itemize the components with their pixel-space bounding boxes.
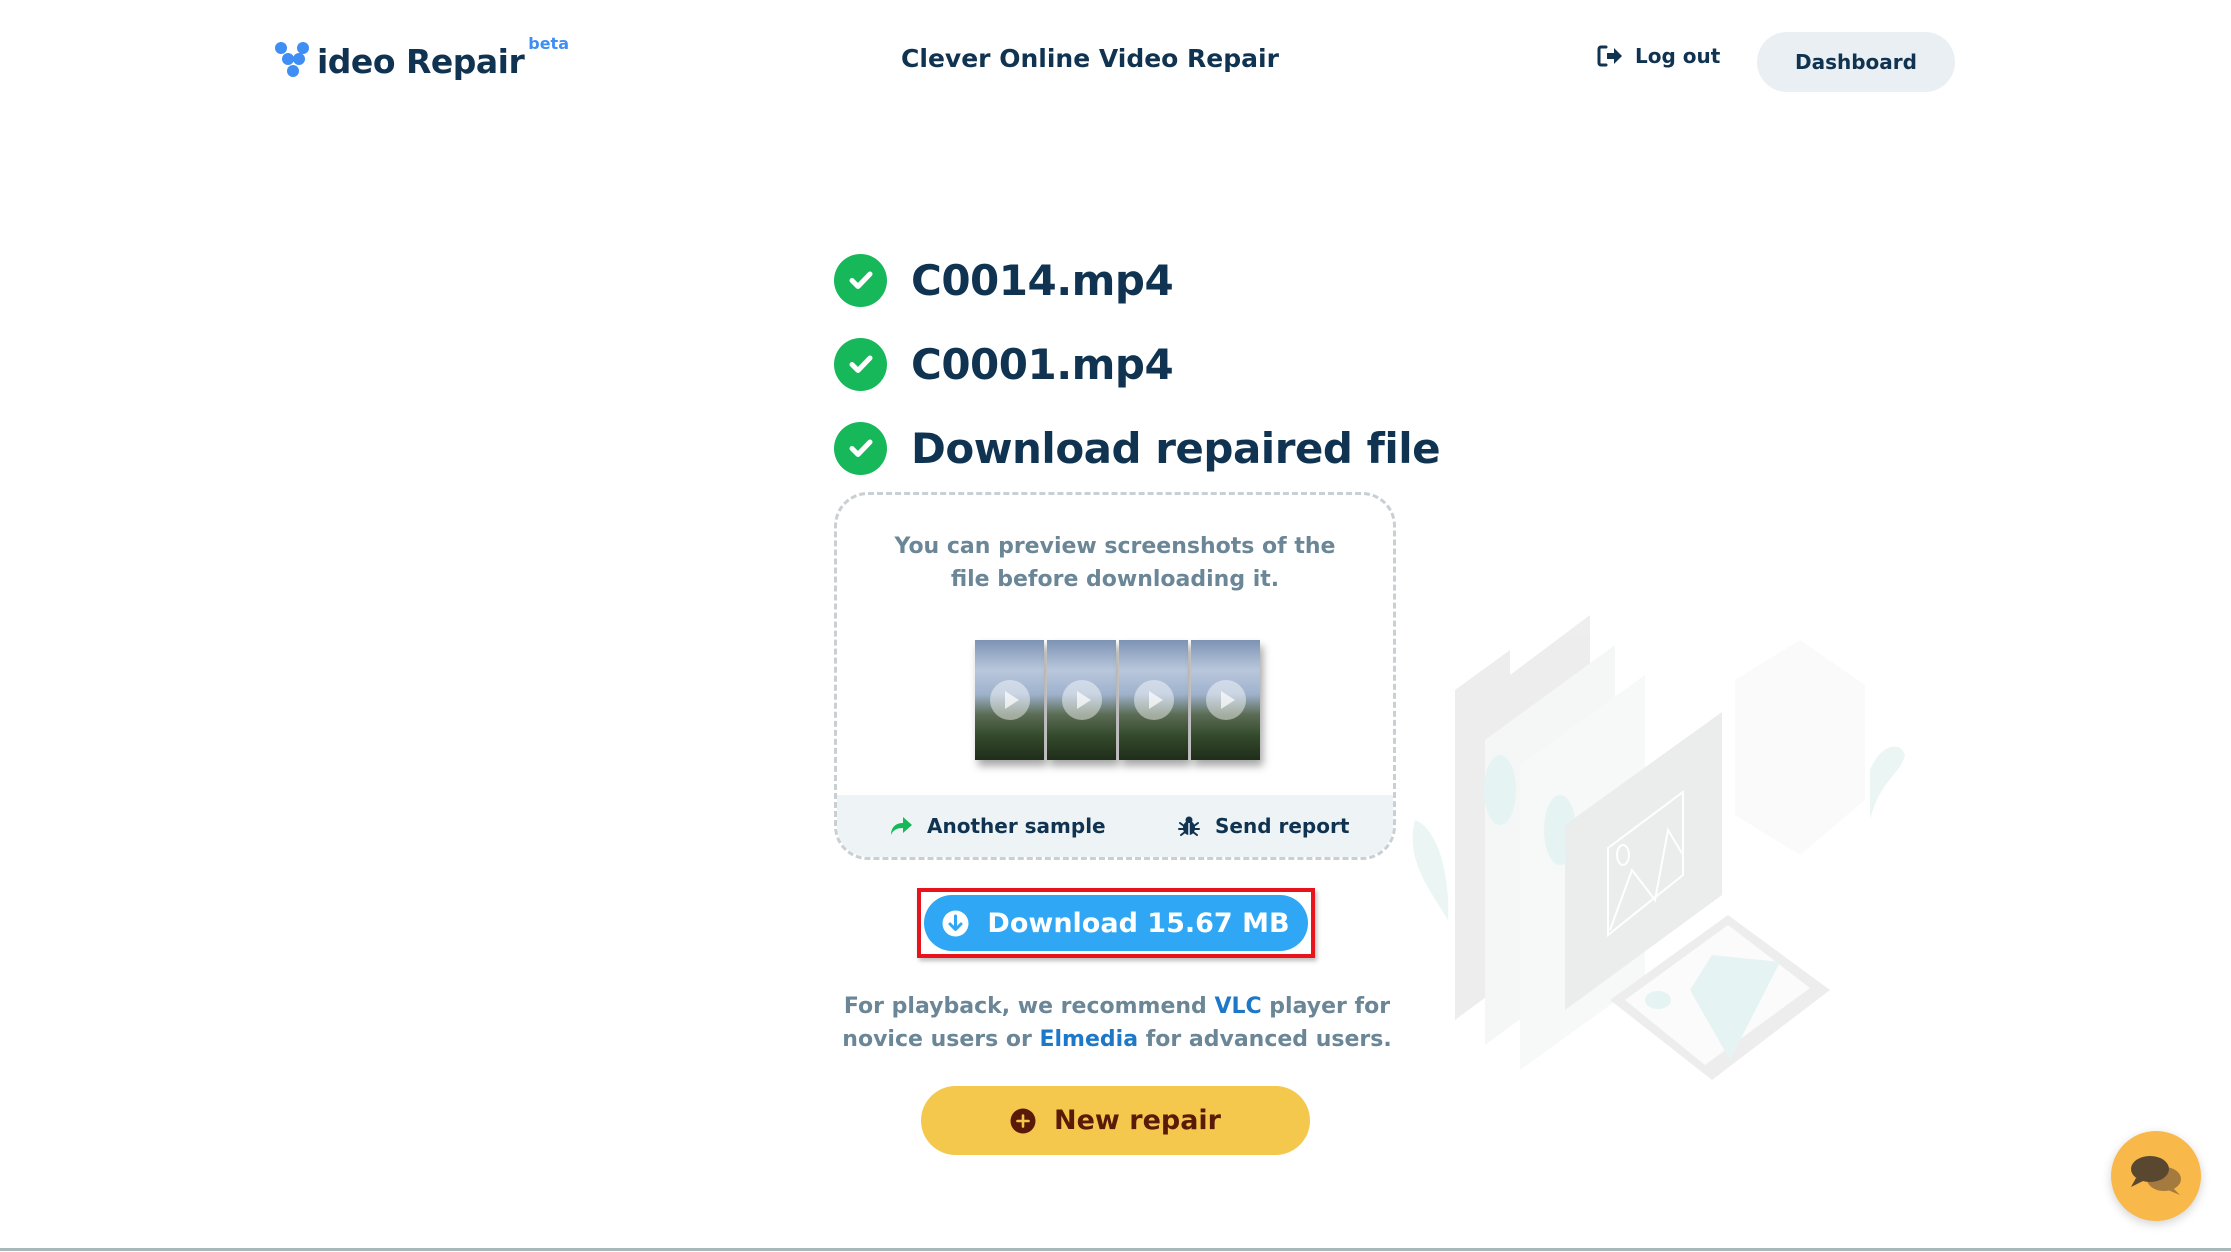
- download-highlight: Download 15.67 MB: [917, 888, 1315, 958]
- recommend-text: For playback, we recommend: [843, 994, 1215, 1019]
- elmedia-link[interactable]: Elmedia: [1039, 1027, 1138, 1052]
- step-item: C0001.mp4: [834, 322, 1440, 406]
- preview-thumbnail[interactable]: [975, 640, 1044, 760]
- check-circle-icon: [834, 337, 887, 391]
- check-circle-icon: [834, 421, 887, 475]
- dashboard-button[interactable]: Dashboard: [1757, 32, 1955, 92]
- bug-icon: [1178, 816, 1200, 836]
- logout-button[interactable]: Log out: [1597, 44, 1720, 68]
- background-illustration: [1412, 615, 1905, 1080]
- preview-thumbnail[interactable]: [1047, 640, 1116, 760]
- download-button[interactable]: Download 15.67 MB: [924, 895, 1308, 951]
- new-repair-button[interactable]: New repair: [921, 1086, 1310, 1155]
- recommend-text: for advanced users.: [1138, 1027, 1392, 1052]
- logout-label: Log out: [1635, 44, 1721, 68]
- preview-actions-bar: Another sample Send report: [837, 795, 1393, 857]
- download-arrow-icon: [942, 910, 969, 936]
- share-arrow-icon: [891, 817, 912, 835]
- play-icon: [1133, 680, 1174, 720]
- vlc-link[interactable]: VLC: [1214, 994, 1261, 1019]
- preview-description: You can preview screenshots of the file …: [894, 534, 1336, 592]
- preview-thumbnails: [975, 640, 1260, 760]
- bottom-border: [0, 1248, 2231, 1251]
- step-label: C0001.mp4: [911, 339, 1174, 389]
- chat-bubbles-icon: [2131, 1156, 2181, 1195]
- play-icon: [989, 680, 1030, 720]
- send-report-label: Send report: [1215, 814, 1350, 838]
- plus-circle-icon: [1010, 1108, 1036, 1133]
- step-label: Download repaired file: [911, 423, 1441, 473]
- play-icon: [1061, 680, 1102, 720]
- another-sample-button[interactable]: Another sample: [889, 814, 1106, 838]
- logout-icon: [1597, 45, 1622, 67]
- preview-panel: You can preview screenshots of the file …: [834, 492, 1396, 860]
- play-icon: [1205, 680, 1246, 720]
- check-circle-icon: [834, 253, 887, 307]
- new-repair-label: New repair: [1054, 1105, 1221, 1136]
- send-report-button[interactable]: Send report: [1177, 814, 1349, 838]
- download-label: Download 15.67 MB: [987, 907, 1290, 939]
- another-sample-label: Another sample: [927, 814, 1106, 838]
- repair-steps: C0014.mp4 C0001.mp4 Download repaired fi…: [834, 238, 1441, 490]
- preview-thumbnail[interactable]: [1191, 640, 1260, 760]
- chat-support-button[interactable]: [2111, 1131, 2201, 1221]
- step-item: Download repaired file: [834, 406, 1441, 490]
- step-item: C0014.mp4: [834, 238, 1440, 322]
- preview-thumbnail[interactable]: [1119, 640, 1188, 760]
- step-label: C0014.mp4: [911, 255, 1174, 305]
